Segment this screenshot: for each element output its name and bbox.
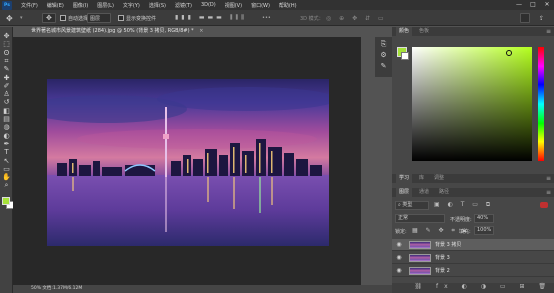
layer-row[interactable]: ◉ 背景 2 — [392, 265, 554, 277]
document-tab[interactable]: 世界著名城市风景建筑壁纸 (284).jpg @ 50% (背景 3 拷贝, R… — [28, 26, 218, 37]
tab-learn[interactable]: 学习 — [396, 174, 413, 183]
opacity-value: 40% — [477, 215, 489, 221]
collapsed-panel-strip: ⎘ ⚙ ✎ — [375, 37, 392, 77]
zoom-icon[interactable]: ⌕ — [1, 180, 12, 190]
layer-thumbnail — [409, 253, 431, 262]
status-bar: 50% 文档:1.37M/6.12M — [13, 285, 393, 293]
menu-type[interactable]: 文字(Y) — [123, 2, 140, 9]
history-panel-icon[interactable]: ⎘ — [379, 40, 388, 49]
lock-label: 锁定: — [395, 229, 407, 235]
tab-libraries[interactable]: 库 — [416, 174, 427, 183]
fill-label: 填充: — [459, 229, 471, 235]
layer-name: 背景 3 拷贝 — [435, 242, 462, 248]
tab-adjustments[interactable]: 调整 — [431, 174, 447, 183]
menu-view[interactable]: 视图(V) — [225, 2, 242, 9]
city-skyline-photo — [47, 79, 329, 246]
maximize-button[interactable]: □ — [526, 0, 540, 10]
tools-panel: ✥ ⬚ ʘ ⌗ ✎ ✚ ✐ ♙ ↺ ◧ ▤ ◍ ◐ ✒ T ↖ ▭ ✋ ⌕ — [0, 27, 14, 293]
search-icon: ⌕ — [398, 202, 401, 208]
menu-3d[interactable]: 3D(D) — [201, 2, 216, 8]
auto-select-value: 图层 — [90, 15, 101, 22]
visibility-eye-icon[interactable]: ◉ — [394, 267, 404, 274]
learn-panel-menu-icon[interactable]: ≡ — [546, 174, 551, 183]
distribute-more-button[interactable]: ••• — [262, 13, 271, 23]
opacity-label: 不透明度: — [450, 217, 472, 223]
color-background-swatch[interactable] — [401, 52, 409, 60]
layer-name: 背景 3 — [435, 255, 450, 261]
color-picker-field[interactable] — [412, 47, 532, 161]
layer-thumbnail — [409, 266, 431, 275]
color-panel-tabs: 颜色 色板 ≡ — [392, 27, 554, 36]
learn-panel-tabs: 学习 库 调整 ≡ — [392, 174, 554, 183]
layer-name: 背景 2 — [435, 268, 450, 274]
tab-swatches[interactable]: 色板 — [416, 27, 432, 36]
visibility-eye-icon[interactable]: ◉ — [394, 254, 404, 261]
layers-panel-tabs: 图层 通道 路径 ≡ — [392, 188, 554, 197]
menu-image[interactable]: 图像(I) — [73, 2, 88, 9]
move-icon: ✥ — [46, 14, 52, 22]
tab-paths[interactable]: 路径 — [436, 188, 452, 197]
close-document-icon[interactable]: × — [199, 28, 203, 34]
share-icon[interactable]: ⇪ — [539, 13, 544, 23]
layer-row[interactable]: ◉ 背景 3 拷贝 — [392, 239, 554, 251]
menu-file[interactable]: 文件(F) — [21, 2, 38, 9]
workspace-button[interactable] — [520, 13, 530, 23]
document-title: 世界著名城市风景建筑壁纸 (284).jpg @ 50% (背景 3 拷贝, R… — [31, 28, 194, 34]
layers-bottom-bar[interactable]: ⛓ fx ◐ ◑ ▭ ⊞ 🗑︎ — [392, 283, 554, 293]
menu-select[interactable]: 选择(S) — [149, 2, 166, 9]
city-skyline-image[interactable] — [47, 79, 329, 246]
photoshop-logo: Ps — [2, 0, 12, 10]
right-panels: 颜色 色板 ≡ 学习 库 调整 ≡ 图层 通道 路径 ≡ ⌕ 类型 ▣ ◐ T … — [392, 27, 554, 293]
fill-input[interactable]: 100% — [474, 226, 494, 235]
fill-value: 100% — [477, 227, 492, 233]
layer-filter-value: 类型 — [402, 202, 413, 208]
layer-filter-dropdown[interactable]: ⌕ 类型 — [395, 201, 429, 210]
align-buttons[interactable]: ▮▮▮ ▬▬▬ ⫼⫼⫼ — [175, 13, 247, 23]
options-bar: ✥ ▾ ✥ 自动选择： 图层 显示变换控件 ▮▮▮ ▬▬▬ ⫼⫼⫼ ••• 3D… — [0, 10, 554, 26]
show-transform-checkbox[interactable] — [118, 15, 124, 21]
layer-filter-buttons[interactable]: ▣ ◐ T ▭ ⧉ — [434, 201, 493, 209]
menu-filter[interactable]: 滤镜(T) — [175, 2, 192, 9]
hue-slider[interactable] — [538, 47, 544, 161]
zoom-and-doc-size: 50% 文档:1.37M/6.12M — [31, 286, 83, 291]
move-tool-icon[interactable]: ✥ — [6, 13, 13, 23]
tool-preset-chevron-icon[interactable]: ▾ — [20, 13, 23, 23]
tab-layers[interactable]: 图层 — [396, 188, 413, 197]
show-transform-label: 显示变换控件 — [126, 15, 157, 22]
3d-mode-buttons[interactable]: ◎ ⊕ ✥ ⇵ ▭ — [326, 13, 387, 23]
minimize-button[interactable]: — — [512, 0, 526, 10]
3d-mode-label: 3D 模式： — [300, 15, 324, 22]
foreground-color-swatch[interactable] — [2, 197, 10, 205]
blend-mode-value: 正常 — [398, 215, 409, 221]
layer-row[interactable]: ◉ 背景 3 — [392, 252, 554, 264]
auto-select-checkbox[interactable] — [60, 15, 66, 21]
close-button[interactable]: ✕ — [540, 0, 554, 10]
tab-channels[interactable]: 通道 — [416, 188, 432, 197]
blend-mode-dropdown[interactable]: 正常 — [395, 214, 445, 223]
menu-layer[interactable]: 图层(L) — [97, 2, 114, 9]
menu-help[interactable]: 帮助(H) — [279, 2, 297, 9]
menu-edit[interactable]: 编辑(E) — [47, 2, 64, 9]
filter-toggle-button[interactable] — [540, 202, 548, 208]
color-picker-marker[interactable] — [506, 50, 512, 56]
canvas-area[interactable] — [13, 37, 361, 285]
brush-panel-icon[interactable]: ✎ — [379, 62, 388, 71]
menu-window[interactable]: 窗口(W) — [251, 2, 270, 9]
opacity-input[interactable]: 40% — [474, 214, 494, 223]
tab-color[interactable]: 颜色 — [396, 27, 413, 36]
layer-thumbnail — [409, 240, 431, 249]
menu-bar: Ps 文件(F) 编辑(E) 图像(I) 图层(L) 文字(Y) 选择(S) 滤… — [0, 0, 554, 10]
layers-panel-menu-icon[interactable]: ≡ — [546, 188, 551, 197]
properties-panel-icon[interactable]: ⚙ — [379, 51, 388, 60]
color-panel-menu-icon[interactable]: ≡ — [546, 27, 551, 36]
visibility-eye-icon[interactable]: ◉ — [394, 241, 404, 248]
